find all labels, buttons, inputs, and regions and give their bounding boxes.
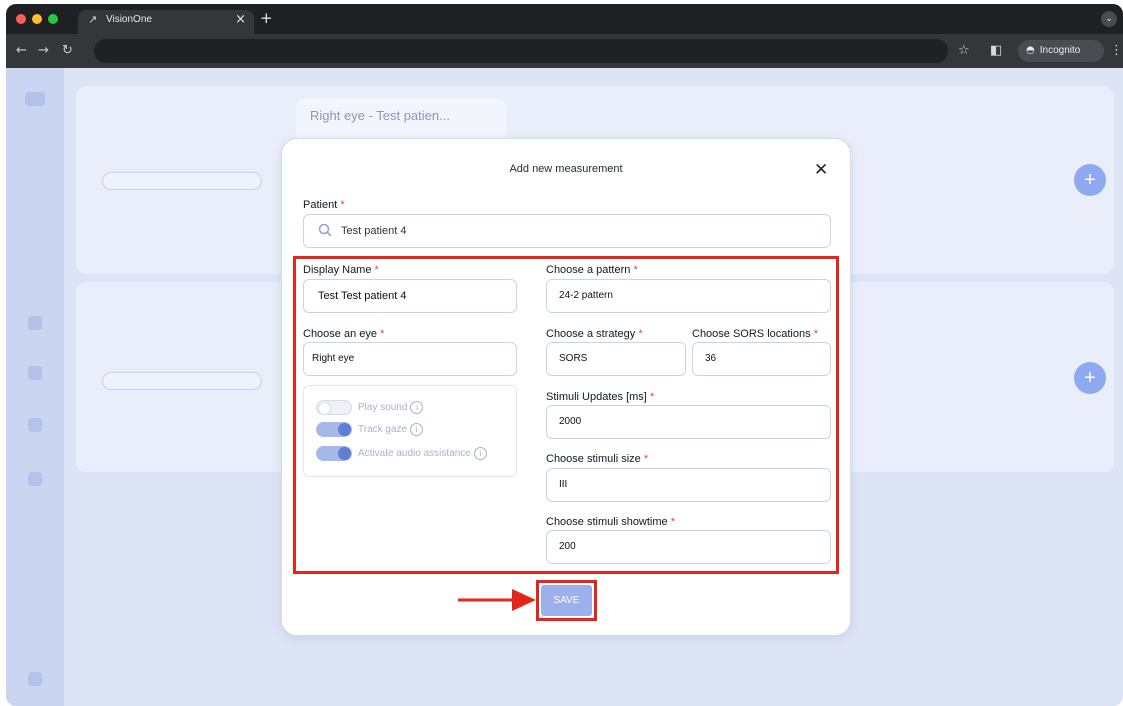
sidebar — [6, 68, 64, 706]
display-name-input[interactable]: Test Test patient 4 — [303, 279, 517, 313]
window-close-button[interactable] — [16, 14, 26, 24]
search-icon — [318, 223, 332, 237]
play-sound-option: Play sound i — [358, 401, 424, 414]
window-minimize-button[interactable] — [32, 14, 42, 24]
strategy-label: Choose a strategy * — [546, 328, 643, 340]
info-icon: i — [473, 447, 487, 460]
reload-icon[interactable]: ↻ — [62, 43, 73, 58]
measurement-card-title: Right eye - Test patien... — [296, 98, 506, 142]
device-status-pill — [102, 372, 262, 390]
close-icon[interactable]: ✕ — [814, 160, 828, 180]
browser-tab-bar: ↗ VisionOne × + ⌄ — [6, 4, 1123, 34]
pattern-label: Choose a pattern * — [546, 264, 638, 276]
browser-tab[interactable]: ↗ VisionOne × — [78, 10, 254, 34]
info-icon: i — [410, 423, 424, 436]
incognito-icon: ◓ — [1026, 45, 1035, 56]
tab-search-chevron-down-icon[interactable]: ⌄ — [1101, 11, 1117, 27]
window-maximize-button[interactable] — [48, 14, 58, 24]
audio-assistance-toggle[interactable] — [316, 446, 352, 461]
browser-menu-icon[interactable]: ⋮ — [1110, 43, 1123, 58]
play-sound-toggle[interactable] — [316, 400, 352, 415]
patient-search-input[interactable]: Test patient 4 — [303, 214, 831, 248]
device-status-pill — [102, 172, 262, 190]
sidebar-item-icon — [28, 316, 42, 330]
add-measurement-plus-icon[interactable]: + — [1074, 164, 1106, 196]
incognito-badge[interactable]: ◓ Incognito — [1018, 40, 1104, 62]
options-panel: Play sound i Track gaze i Activate audio a… — [303, 385, 517, 477]
sidebar-item-icon — [28, 418, 42, 432]
tab-close-icon[interactable]: × — [235, 12, 246, 27]
audio-assistance-option: Activate audio assistance i — [358, 447, 487, 460]
sidebar-item-icon — [28, 472, 42, 486]
info-icon: i — [410, 401, 424, 414]
address-bar[interactable] — [94, 39, 948, 63]
patient-label: Patient * — [303, 199, 345, 211]
stimuli-showtime-select[interactable]: 200 — [546, 530, 831, 564]
modal-title: Add new measurement — [509, 163, 623, 175]
back-arrow-icon[interactable]: ← — [16, 43, 27, 58]
add-measurement-modal: Add new measurement ✕ Patient * Test pat… — [281, 138, 851, 636]
forward-arrow-icon[interactable]: → — [38, 43, 49, 58]
pattern-select[interactable]: 24-2 pattern — [546, 279, 831, 313]
sors-locations-label: Choose SORS locations * — [692, 328, 818, 340]
bookmark-star-icon[interactable]: ☆ — [958, 43, 970, 58]
stimuli-size-select[interactable]: III — [546, 468, 831, 502]
track-gaze-toggle[interactable] — [316, 422, 352, 437]
sidebar-logo-icon — [25, 92, 45, 106]
sidebar-settings-icon — [28, 672, 42, 686]
stimuli-size-label: Choose stimuli size * — [546, 453, 649, 465]
stimuli-showtime-label: Choose stimuli showtime * — [546, 516, 675, 528]
pointer-arrow-icon — [458, 589, 536, 611]
eye-label: Choose an eye * — [303, 328, 385, 340]
tab-title: VisionOne — [106, 14, 152, 25]
add-measurement-plus-icon[interactable]: + — [1074, 362, 1106, 394]
sors-locations-select[interactable]: 36 — [692, 342, 831, 376]
stimuli-updates-input[interactable]: 2000 — [546, 405, 831, 439]
incognito-label: Incognito — [1039, 45, 1081, 56]
strategy-select[interactable]: SORS — [546, 342, 686, 376]
save-button[interactable]: SAVE — [541, 585, 592, 616]
side-panel-icon[interactable]: ◧ — [990, 43, 1002, 58]
track-gaze-option: Track gaze i — [358, 423, 424, 436]
patient-search-value: Test patient 4 — [341, 225, 407, 237]
eye-select[interactable]: Right eye — [303, 342, 517, 376]
stimuli-updates-label: Stimuli Updates [ms] * — [546, 391, 655, 403]
tab-favicon-icon: ↗ — [88, 13, 98, 26]
new-tab-button[interactable]: + — [260, 9, 273, 27]
sidebar-item-icon — [28, 366, 42, 380]
display-name-label: Display Name * — [303, 264, 379, 276]
browser-toolbar: ← → ↻ ☆ ◧ ◓ Incognito ⋮ — [6, 34, 1123, 68]
